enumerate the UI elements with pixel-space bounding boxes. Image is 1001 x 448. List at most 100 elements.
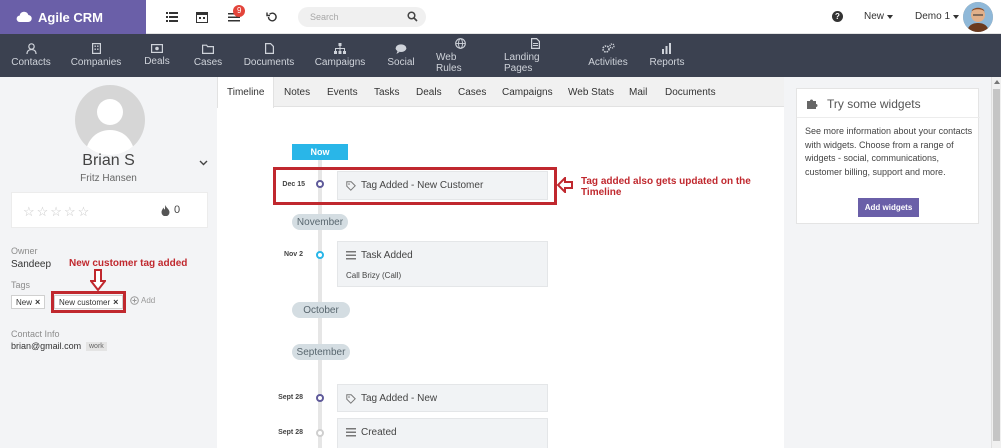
nav-label: Social xyxy=(387,56,415,68)
timeline-event[interactable]: Task Added Call Brizy (Call) xyxy=(337,241,548,287)
nav-documents[interactable]: Documents xyxy=(243,34,295,77)
timeline-dot xyxy=(316,180,324,188)
contact-email[interactable]: brian@gmail.com xyxy=(11,341,81,351)
widgets-title: Try some widgets xyxy=(827,97,921,111)
tab-deals[interactable]: Deals xyxy=(416,77,442,107)
scroll-thumb[interactable] xyxy=(993,89,1000,441)
money-icon xyxy=(151,44,163,53)
event-title-row: Tag Added - New xyxy=(346,393,437,404)
timeline-event[interactable]: Tag Added - New Customer xyxy=(337,171,548,200)
nav-web-rules[interactable]: Web Rules xyxy=(436,34,484,77)
nav-activities[interactable]: Activities xyxy=(587,34,629,77)
nav-label: Campaigns xyxy=(314,57,366,68)
timeline-dot xyxy=(316,251,324,259)
bar-chart-icon xyxy=(662,43,671,54)
event-date: Sept 28 xyxy=(278,394,303,401)
nav-cases[interactable]: Cases xyxy=(193,34,223,77)
divider xyxy=(797,117,980,118)
notification-badge: 9 xyxy=(233,5,246,17)
star-rating[interactable]: ☆☆☆☆☆ xyxy=(23,204,91,220)
tag-label: New customer xyxy=(59,297,111,307)
list-icon xyxy=(346,428,356,437)
owner-value[interactable]: Sandeep xyxy=(11,259,51,270)
brand-logo[interactable]: Agile CRM xyxy=(0,0,146,34)
tab-campaigns[interactable]: Campaigns xyxy=(502,77,553,107)
user-menu[interactable]: Demo 1 xyxy=(915,11,960,22)
nav-label: Activities xyxy=(588,57,628,68)
tab-timeline[interactable]: Timeline xyxy=(217,77,275,108)
tab-mail[interactable]: Mail xyxy=(629,77,647,107)
lead-score-value: 0 xyxy=(174,204,181,216)
widgets-title-row: Try some widgets xyxy=(806,97,921,111)
timeline-event[interactable]: Created xyxy=(337,418,548,448)
close-icon[interactable]: × xyxy=(113,297,118,307)
new-menu-label: New xyxy=(864,11,885,22)
event-date: Dec 15 xyxy=(282,181,305,188)
help-icon[interactable]: ? xyxy=(832,11,843,22)
new-menu[interactable]: New xyxy=(864,11,894,22)
list-icon[interactable] xyxy=(164,9,180,25)
event-date: Nov 2 xyxy=(283,251,303,258)
event-title-row: Created xyxy=(346,427,397,438)
tab-cases[interactable]: Cases xyxy=(458,77,486,107)
contact-avatar[interactable] xyxy=(75,85,145,155)
search-icon[interactable] xyxy=(407,11,418,22)
event-title-row: Task Added xyxy=(346,250,413,261)
timeline-dot xyxy=(316,429,324,437)
sitemap-icon xyxy=(334,43,346,54)
timeline-dot xyxy=(316,394,324,402)
tag-icon xyxy=(346,393,356,404)
page-scrollbar[interactable] xyxy=(991,77,1001,448)
fire-icon xyxy=(161,204,170,216)
event-subtitle: Call Brizy (Call) xyxy=(346,271,402,280)
nav-label: Web Rules xyxy=(436,51,462,74)
scroll-up-icon[interactable] xyxy=(994,80,1000,84)
add-tag-label: Add xyxy=(141,296,156,305)
contact-panel: Brian S Fritz Hansen ☆☆☆☆☆ 0 Owner Sande… xyxy=(0,77,217,448)
nav-label: Companies xyxy=(70,57,122,68)
search-input[interactable] xyxy=(310,12,406,22)
nav-label: Documents xyxy=(243,57,295,68)
calendar-icon[interactable] xyxy=(194,9,210,25)
add-widgets-button[interactable]: Add widgets xyxy=(858,198,919,217)
history-icon[interactable] xyxy=(264,9,280,25)
nav-deals[interactable]: Deals xyxy=(142,34,172,77)
tag-chip[interactable]: New customer × xyxy=(54,295,124,309)
event-title-row: Tag Added - New Customer xyxy=(346,180,483,191)
tag-icon xyxy=(346,180,356,191)
event-title: Tag Added - New xyxy=(361,393,438,404)
add-tag-button[interactable]: Add xyxy=(130,296,155,305)
timeline-panel: Timeline Notes Events Tasks Deals Cases … xyxy=(217,77,784,448)
timeline-event[interactable]: Tag Added - New xyxy=(337,384,548,412)
nav-label: Deals xyxy=(144,56,170,67)
contact-tabs: Timeline Notes Events Tasks Deals Cases … xyxy=(217,77,784,108)
nav-companies[interactable]: Companies xyxy=(71,34,121,77)
user-avatar[interactable] xyxy=(963,2,993,32)
caret-down-icon xyxy=(887,14,894,19)
tags-label: Tags xyxy=(11,280,31,290)
rating-box: ☆☆☆☆☆ 0 xyxy=(11,192,208,228)
tab-documents[interactable]: Documents xyxy=(665,77,716,107)
contact-info-label: Contact Info xyxy=(11,329,60,339)
nav-label: Contacts xyxy=(11,57,51,68)
folder-icon xyxy=(202,44,214,54)
chevron-down-icon[interactable] xyxy=(199,160,208,166)
close-icon[interactable]: × xyxy=(35,297,40,307)
app-title: Agile CRM xyxy=(38,9,103,25)
nav-contacts[interactable]: Contacts xyxy=(11,34,51,77)
puzzle-icon xyxy=(807,99,818,109)
tab-notes[interactable]: Notes xyxy=(284,77,310,107)
owner-label: Owner xyxy=(11,246,38,256)
tab-tasks[interactable]: Tasks xyxy=(374,77,400,107)
tag-chip[interactable]: New × xyxy=(11,295,46,309)
nav-social[interactable]: Social xyxy=(386,34,416,77)
timeline-annotation: Tag added also gets updated on the Timel… xyxy=(581,176,751,198)
nav-reports[interactable]: Reports xyxy=(649,34,685,77)
lead-score: 0 xyxy=(161,204,180,216)
nav-landing-pages[interactable]: Landing Pages xyxy=(504,34,566,77)
nav-campaigns[interactable]: Campaigns xyxy=(315,34,365,77)
tab-web-stats[interactable]: Web Stats xyxy=(568,77,614,107)
tag-label: New xyxy=(16,297,33,307)
main-nav: Contacts Companies Deals Cases Documents… xyxy=(0,34,1001,77)
tab-events[interactable]: Events xyxy=(327,77,358,107)
